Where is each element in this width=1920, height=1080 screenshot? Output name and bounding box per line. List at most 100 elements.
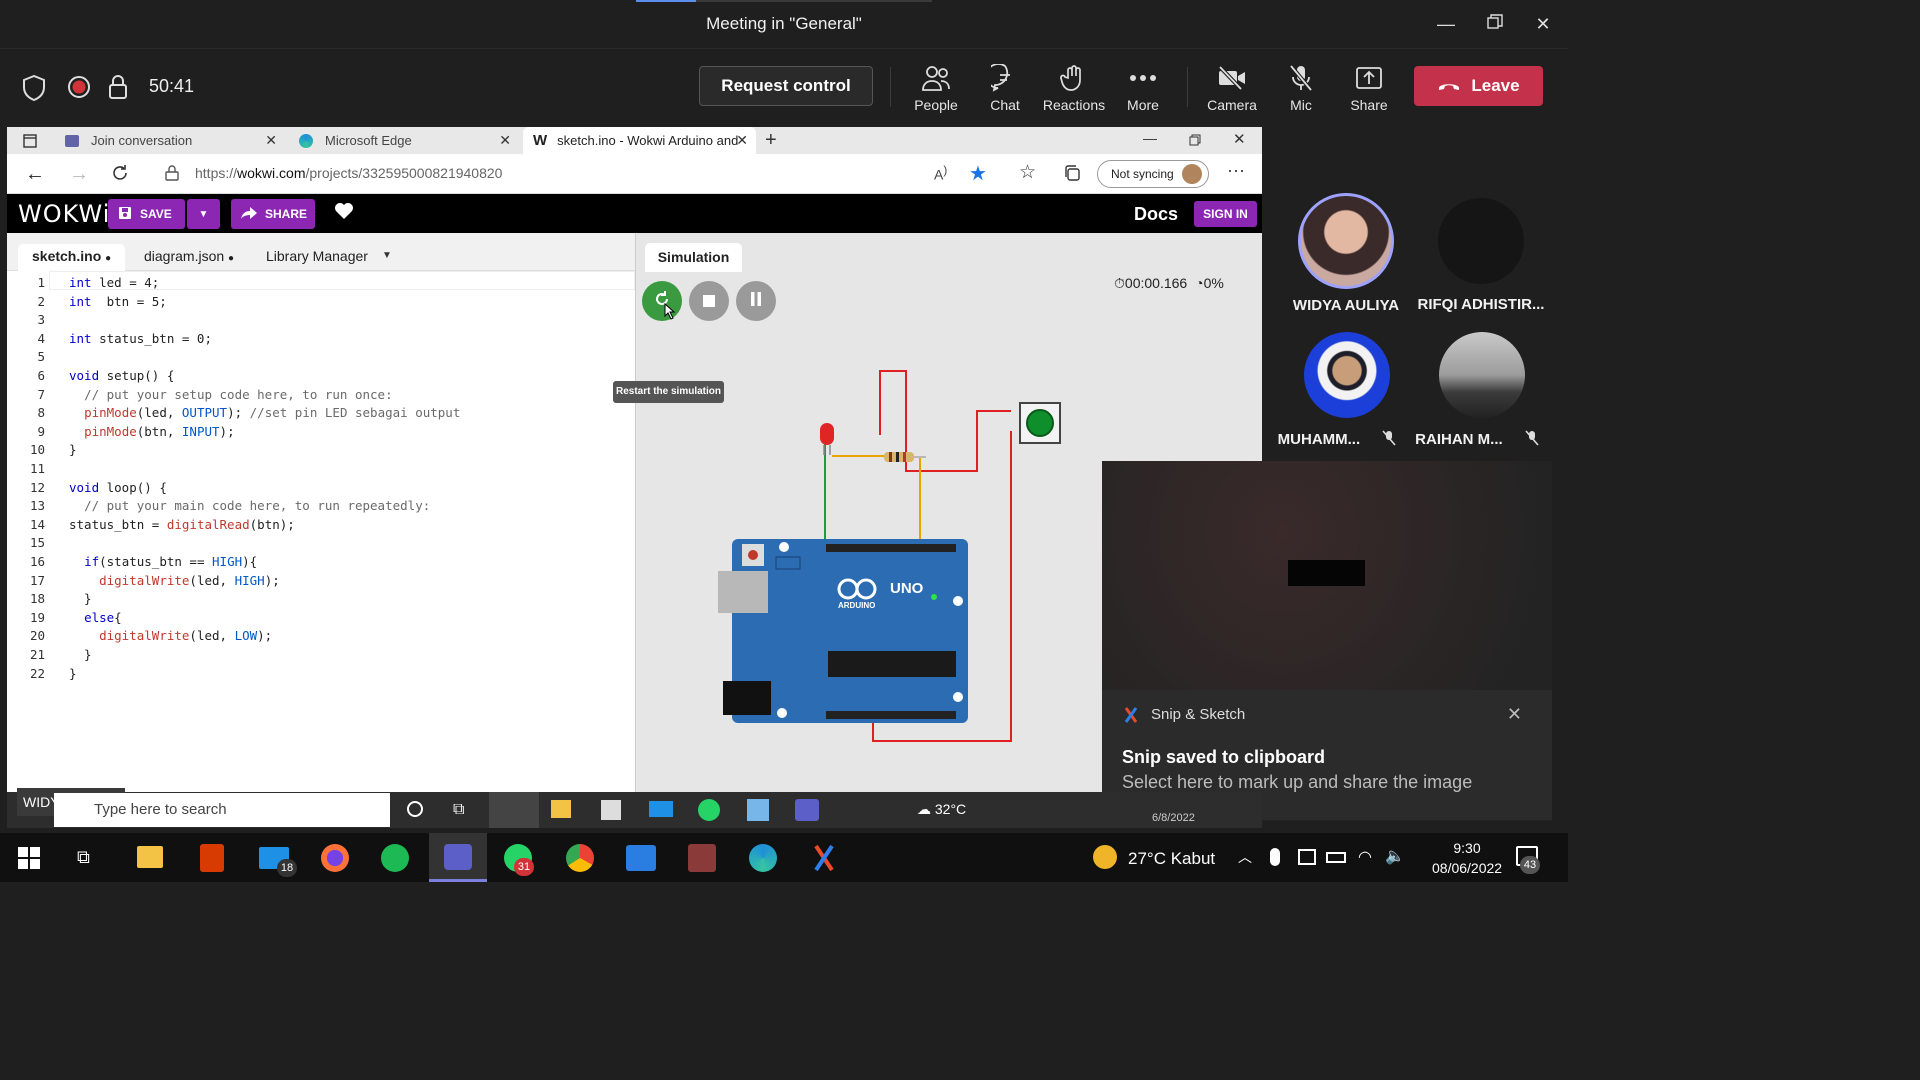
mic-button[interactable]: Mic: [1266, 61, 1336, 113]
code-line[interactable]: 18 }: [7, 591, 635, 610]
code-line[interactable]: 15: [7, 535, 635, 554]
video-editor-icon[interactable]: [626, 845, 656, 871]
browser-restore-icon[interactable]: [1189, 133, 1201, 151]
firefox-icon[interactable]: [321, 844, 349, 872]
tab-sketch-ino[interactable]: sketch.ino ●: [18, 244, 126, 271]
winrar-icon[interactable]: [688, 844, 716, 872]
restore-icon[interactable]: [1480, 10, 1510, 38]
code-line[interactable]: 19 else{: [7, 610, 635, 629]
settings-more-icon[interactable]: ···: [1227, 160, 1245, 181]
tab-microsoft-edge[interactable]: Microsoft Edge ✕: [289, 127, 519, 154]
close-tab-icon[interactable]: ✕: [265, 132, 277, 149]
participant-tile[interactable]: RIFQI ADHISTIR...: [1406, 193, 1556, 313]
leave-button[interactable]: Leave: [1414, 66, 1543, 106]
code-area[interactable]: 1 int led = 4; 2 int btn = 5; 3 4 int status_b…: [7, 271, 635, 792]
wokwi-logo[interactable]: WOKWi: [18, 200, 110, 228]
code-line[interactable]: 11: [7, 461, 635, 480]
chevron-up-icon[interactable]: ︿: [1238, 847, 1252, 867]
edge-icon[interactable]: [749, 844, 777, 872]
office-icon[interactable]: [200, 844, 224, 872]
minimize-icon[interactable]: —: [1431, 10, 1461, 38]
more-button[interactable]: More: [1108, 61, 1178, 113]
battery-icon[interactable]: [1326, 852, 1346, 863]
code-line[interactable]: 6 void setup() {: [7, 368, 635, 387]
spotify-icon[interactable]: [381, 844, 409, 872]
chat-button[interactable]: Chat: [970, 61, 1040, 113]
code-line[interactable]: 5: [7, 349, 635, 368]
code-line[interactable]: 10}: [7, 442, 635, 461]
back-icon[interactable]: ←: [25, 163, 45, 186]
padlock-icon[interactable]: [165, 165, 179, 186]
tab-wokwi-sketch[interactable]: W sketch.ino - Wokwi Arduino and ✕: [523, 127, 756, 154]
share-project-button[interactable]: SHARE: [231, 199, 315, 229]
teams-active-icon[interactable]: [429, 833, 487, 882]
code-line[interactable]: 3: [7, 312, 635, 331]
chrome-icon[interactable]: [566, 844, 594, 872]
share-button[interactable]: Share: [1334, 61, 1404, 113]
weather-sun-icon[interactable]: [1093, 845, 1117, 869]
microphone-icon[interactable]: [1270, 848, 1280, 866]
tab-library-manager[interactable]: Library Manager: [252, 244, 382, 271]
collections-icon[interactable]: [1063, 164, 1081, 187]
code-line[interactable]: 1 int led = 4;: [7, 275, 635, 294]
snip-sketch-taskbar-icon[interactable]: [811, 844, 841, 874]
participant-tile[interactable]: MUHAMM...: [1262, 332, 1412, 450]
code-line[interactable]: 4 int status_btn = 0;: [7, 331, 635, 350]
task-view-icon[interactable]: ⧉: [77, 847, 107, 877]
sign-in-button[interactable]: SIGN IN: [1194, 201, 1257, 227]
close-icon[interactable]: ✕: [1507, 704, 1522, 725]
close-tab-icon[interactable]: ✕: [499, 132, 511, 149]
close-icon[interactable]: ✕: [1528, 10, 1558, 38]
file-explorer-icon[interactable]: [137, 846, 163, 868]
weather-text[interactable]: 27°C Kabut: [1128, 849, 1215, 869]
save-dropdown-button[interactable]: ▼: [187, 199, 220, 229]
speaker-icon[interactable]: 🔈: [1385, 846, 1405, 866]
arduino-uno-board[interactable]: [718, 539, 968, 723]
tab-join-conversation[interactable]: Join conversation ✕: [55, 127, 285, 154]
code-line[interactable]: 8 pinMode(led, OUTPUT); //set pin LED se…: [7, 405, 635, 424]
code-line[interactable]: 12 void loop() {: [7, 480, 635, 499]
code-line[interactable]: 9 pinMode(btn, INPUT);: [7, 424, 635, 443]
code-line[interactable]: 13 // put your main code here, to run re…: [7, 498, 635, 517]
code-line[interactable]: 20 digitalWrite(led, LOW);: [7, 628, 635, 647]
red-led[interactable]: [820, 423, 834, 455]
tab-diagram-json[interactable]: diagram.json ●: [130, 244, 248, 271]
clock[interactable]: 9:30 08/06/2022: [1432, 838, 1502, 878]
code-line[interactable]: 22}: [7, 666, 635, 685]
favorite-star-icon[interactable]: ★: [969, 161, 987, 186]
tabs-dropdown-icon[interactable]: ▼: [382, 250, 392, 261]
browser-minimize-icon[interactable]: —: [1143, 130, 1157, 146]
reactions-button[interactable]: Reactions: [1039, 61, 1109, 113]
profile-sync-button[interactable]: Not syncing: [1097, 160, 1209, 188]
heart-icon[interactable]: [334, 202, 354, 225]
code-line[interactable]: 21 }: [7, 647, 635, 666]
refresh-icon[interactable]: [111, 164, 129, 187]
whatsapp-icon[interactable]: 31: [504, 844, 534, 876]
close-tab-icon[interactable]: ✕: [736, 132, 748, 149]
windows-start-icon[interactable]: [18, 847, 48, 877]
forward-icon[interactable]: →: [69, 163, 89, 186]
camera-button[interactable]: Camera: [1197, 61, 1267, 113]
read-aloud-icon[interactable]: A): [934, 164, 947, 183]
code-line[interactable]: 2 int btn = 5;: [7, 294, 635, 313]
code-line[interactable]: 14 status_btn = digitalRead(btn);: [7, 517, 635, 536]
browser-close-icon[interactable]: ✕: [1233, 130, 1246, 148]
participant-tile[interactable]: RAIHAN M...: [1402, 332, 1552, 450]
request-control-button[interactable]: Request control: [699, 66, 873, 106]
favorites-icon[interactable]: ☆: [1019, 161, 1036, 184]
mail-icon[interactable]: 18: [259, 847, 297, 877]
save-button[interactable]: SAVE: [108, 199, 185, 229]
display-icon[interactable]: [1298, 849, 1316, 865]
code-line[interactable]: 16 if(status_btn == HIGH){: [7, 554, 635, 573]
participant-tile[interactable]: WIDYA AULIYA: [1271, 193, 1421, 314]
push-button[interactable]: [1019, 402, 1061, 444]
wifi-icon[interactable]: ◠: [1358, 847, 1372, 867]
url-field[interactable]: https://wokwi.com/projects/3325950008219…: [195, 165, 502, 181]
people-button[interactable]: People: [901, 61, 971, 113]
docs-link[interactable]: Docs: [1134, 204, 1178, 225]
code-line[interactable]: 17 digitalWrite(led, HIGH);: [7, 573, 635, 592]
action-center-icon[interactable]: 43: [1516, 846, 1540, 874]
code-line[interactable]: 7 // put your setup code here, to run on…: [7, 387, 635, 406]
tab-actions-icon[interactable]: [23, 134, 37, 153]
new-tab-icon[interactable]: +: [765, 129, 777, 152]
